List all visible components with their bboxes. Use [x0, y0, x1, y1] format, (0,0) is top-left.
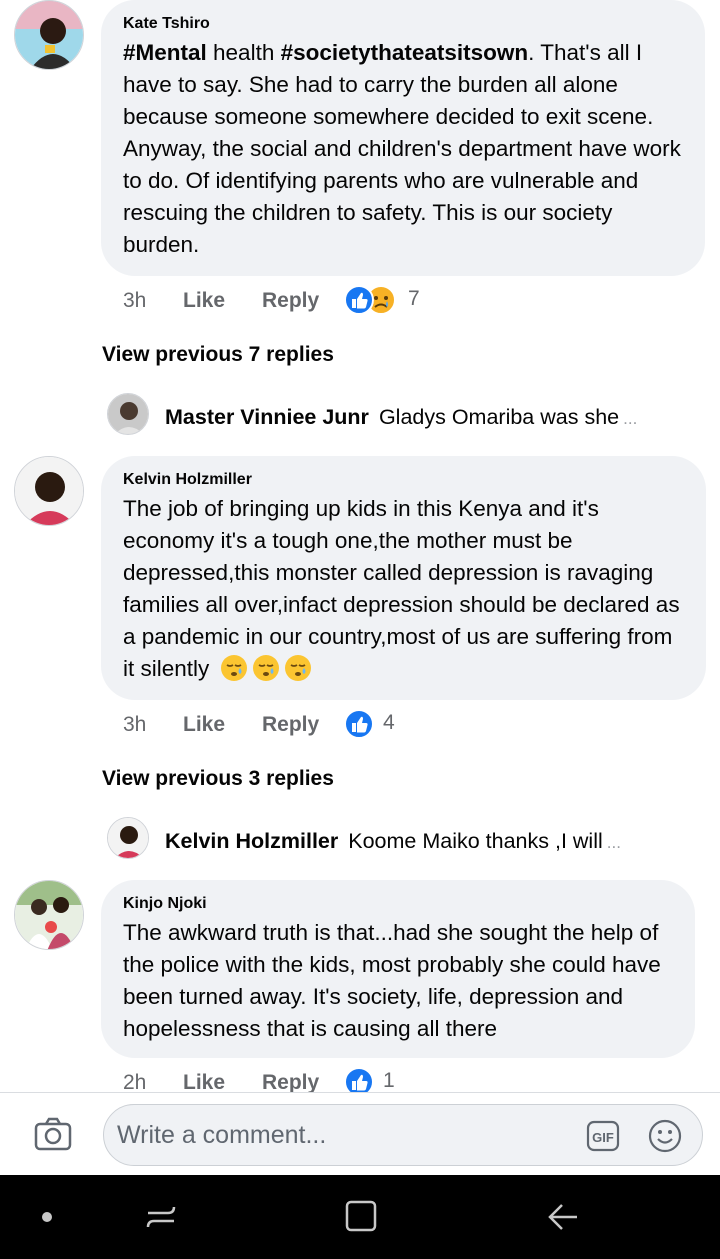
- comment-text: The awkward truth is that...had she soug…: [123, 920, 661, 1041]
- back-icon[interactable]: [546, 1201, 580, 1233]
- comment-author[interactable]: Kate Tshiro: [123, 14, 683, 34]
- camera-icon[interactable]: [34, 1115, 72, 1153]
- emoji-icon[interactable]: [648, 1119, 682, 1153]
- recent-apps-icon[interactable]: [144, 1201, 178, 1233]
- like-reaction-icon: [344, 285, 374, 315]
- comment-text: The job of bringing up kids in this Keny…: [123, 493, 684, 691]
- sleepy-emoji-icon: [220, 654, 248, 691]
- avatar-kelvin-holzmiller[interactable]: [14, 456, 84, 526]
- sleepy-emoji-icon: [284, 654, 312, 691]
- view-previous-replies[interactable]: View previous 3 replies: [102, 767, 334, 791]
- reply-text: Gladys Omariba was she: [378, 405, 620, 429]
- reply-button[interactable]: Reply: [262, 1071, 319, 1092]
- reply-ellipsis: ...: [606, 833, 621, 852]
- reaction-count: 1: [383, 1069, 395, 1092]
- home-icon[interactable]: [344, 1199, 378, 1233]
- comment-text: #Mental health #societythateatsitsown. T…: [123, 40, 681, 257]
- like-button[interactable]: Like: [183, 1071, 225, 1092]
- reply-text: Koome Maiko thanks ,I will: [348, 829, 603, 853]
- reaction-count: 4: [383, 711, 395, 734]
- comment-bubble[interactable]: Kinjo Njoki The awkward truth is that...…: [101, 880, 695, 1058]
- avatar-kelvin-holzmiller-small[interactable]: [107, 817, 149, 859]
- avatar-kinjo-njoki[interactable]: [14, 880, 84, 950]
- comment-input[interactable]: Write a comment... GIF: [103, 1104, 703, 1166]
- sleepy-emoji-icon: [252, 654, 280, 691]
- reply-ellipsis: ...: [623, 409, 638, 428]
- comment-time: 3h: [123, 713, 147, 736]
- comment-time: 3h: [123, 289, 147, 312]
- comments-feed[interactable]: Kate Tshiro #Mental health #societythate…: [0, 0, 720, 1092]
- comment-author[interactable]: Kelvin Holzmiller: [123, 470, 684, 490]
- like-button[interactable]: Like: [183, 713, 225, 737]
- reply-author[interactable]: Master Vinniee Junr: [165, 405, 369, 429]
- like-reaction-icon: [344, 709, 374, 739]
- comment-composer: Write a comment... GIF: [0, 1092, 720, 1176]
- latest-reply-preview[interactable]: Master Vinniee Junr Gladys Omariba was sh…: [165, 405, 637, 430]
- like-reaction-icon: [344, 1067, 374, 1092]
- avatar-master-vinniee-junr[interactable]: [107, 393, 149, 435]
- reply-button[interactable]: Reply: [262, 289, 319, 313]
- avatar-kate-tshiro[interactable]: [14, 0, 84, 70]
- dot-icon[interactable]: [40, 1210, 54, 1224]
- like-button[interactable]: Like: [183, 289, 225, 313]
- gif-icon[interactable]: GIF: [586, 1120, 620, 1152]
- comment-input-placeholder: Write a comment...: [117, 1121, 327, 1149]
- reply-author[interactable]: Kelvin Holzmiller: [165, 829, 338, 853]
- comment-time: 2h: [123, 1071, 147, 1092]
- system-navigation-bar: [0, 1175, 720, 1259]
- reply-button[interactable]: Reply: [262, 713, 319, 737]
- view-previous-replies[interactable]: View previous 7 replies: [102, 343, 334, 367]
- svg-text:GIF: GIF: [592, 1130, 614, 1145]
- latest-reply-preview[interactable]: Kelvin Holzmiller Koome Maiko thanks ,I w…: [165, 829, 621, 854]
- comment-bubble[interactable]: Kate Tshiro #Mental health #societythate…: [101, 0, 705, 276]
- comment-author[interactable]: Kinjo Njoki: [123, 894, 673, 914]
- comment-bubble[interactable]: Kelvin Holzmiller The job of bringing up…: [101, 456, 706, 700]
- reaction-count: 7: [408, 287, 420, 310]
